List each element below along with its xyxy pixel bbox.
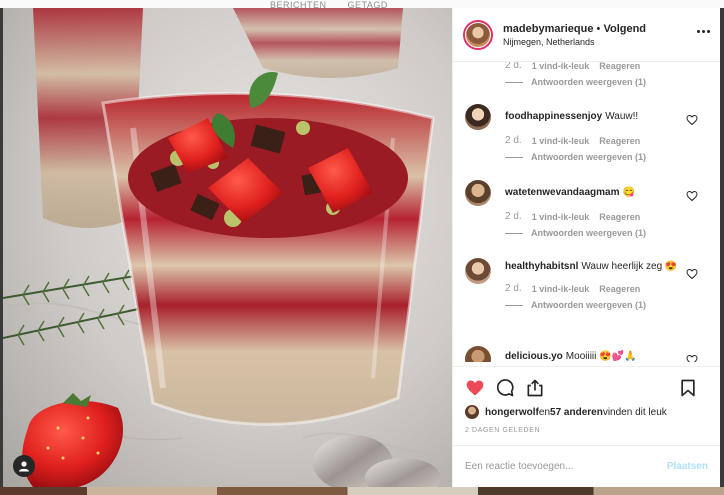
reply-button[interactable]: Reageren	[599, 62, 640, 71]
comment-text: Mooiiiii 😍💕🙏	[565, 351, 637, 362]
commenter-avatar[interactable]	[465, 180, 491, 206]
view-replies-button[interactable]: Antwoorden weergeven (1)	[505, 152, 692, 162]
likes-suffix: vinden dit leuk	[602, 406, 667, 418]
view-replies-button[interactable]: Antwoorden weergeven (1)	[505, 300, 692, 310]
likes-others-button[interactable]: 57 anderen	[550, 407, 603, 418]
commenter-avatar[interactable]	[465, 104, 491, 130]
post-header: madebymarieque • Volgend Nijmegen, Nethe…	[453, 8, 720, 62]
like-comment-icon[interactable]	[686, 114, 698, 126]
commenter-username[interactable]: foodhappinessenjoy	[505, 111, 602, 122]
bookmark-icon[interactable]	[678, 378, 698, 398]
commenter-avatar[interactable]	[465, 258, 491, 284]
comment-time[interactable]: 2 d.	[505, 62, 522, 71]
heart-filled-icon[interactable]	[465, 378, 485, 398]
dessert-photo	[3, 8, 452, 487]
comment-text: Wauw!!	[605, 111, 639, 122]
reply-button[interactable]: Reageren	[599, 136, 640, 146]
comment-time[interactable]: 2 d.	[505, 211, 522, 222]
commenter-username[interactable]: healthyhabitsnl	[505, 261, 578, 272]
likes-conjunction: en	[538, 406, 551, 418]
author-username[interactable]: madebymarieque	[503, 23, 593, 35]
liker-avatar[interactable]	[465, 405, 479, 419]
comment-text: 😋	[622, 187, 635, 198]
like-comment-icon[interactable]	[686, 268, 698, 280]
share-icon[interactable]	[525, 378, 545, 398]
tagged-users-button[interactable]	[13, 455, 35, 477]
user-icon	[19, 461, 29, 472]
follow-status-button[interactable]: Volgend	[603, 23, 646, 35]
comment-likes[interactable]: 1 vind-ik-leuk	[532, 62, 590, 71]
comment-likes[interactable]: 1 vind-ik-leuk	[532, 284, 590, 294]
reply-button[interactable]: Reageren	[599, 212, 640, 222]
comments-list[interactable]: 2 d. 1 vind-ik-leuk Reageren Antwoorden …	[453, 62, 720, 362]
liker-username[interactable]: hongerwolf	[485, 407, 539, 418]
post-image[interactable]	[3, 8, 452, 487]
comment-icon[interactable]	[495, 378, 515, 398]
comment-input[interactable]	[465, 461, 667, 472]
comment-likes[interactable]: 1 vind-ik-leuk	[532, 136, 590, 146]
comment-likes[interactable]: 1 vind-ik-leuk	[532, 212, 590, 222]
like-comment-icon[interactable]	[686, 354, 698, 362]
view-replies-button[interactable]: Antwoorden weergeven (1)	[505, 77, 720, 87]
post-comment-button[interactable]: Plaatsen	[667, 461, 708, 472]
comment-text: Wauw heerlijk zeg 😍	[581, 261, 678, 272]
like-comment-icon[interactable]	[686, 190, 698, 202]
likes-summary: hongerwolf en 57 anderen vinden dit leuk	[465, 405, 708, 419]
commenter-avatar[interactable]	[465, 346, 491, 362]
background-grid-strip	[0, 487, 724, 495]
comment-time[interactable]: 2 d.	[505, 283, 522, 294]
reply-button[interactable]: Reageren	[599, 284, 640, 294]
commenter-username[interactable]: watetenwevandaagmam	[505, 187, 620, 198]
post-location[interactable]: Nijmegen, Netherlands	[503, 37, 646, 47]
add-comment-bar: Plaatsen	[453, 445, 720, 487]
author-avatar[interactable]	[463, 19, 493, 50]
header-separator: •	[593, 22, 604, 35]
view-replies-button[interactable]: Antwoorden weergeven (1)	[505, 228, 692, 238]
commenter-username[interactable]: delicious.yo	[505, 351, 563, 362]
post-date[interactable]: 2 DAGEN GELEDEN	[465, 427, 708, 434]
more-options-icon[interactable]	[697, 30, 710, 33]
comment-time[interactable]: 2 d.	[505, 135, 522, 146]
post-details-panel: madebymarieque • Volgend Nijmegen, Nethe…	[452, 8, 720, 487]
comment-partial: 2 d. 1 vind-ik-leuk Reageren Antwoorden …	[453, 62, 720, 102]
